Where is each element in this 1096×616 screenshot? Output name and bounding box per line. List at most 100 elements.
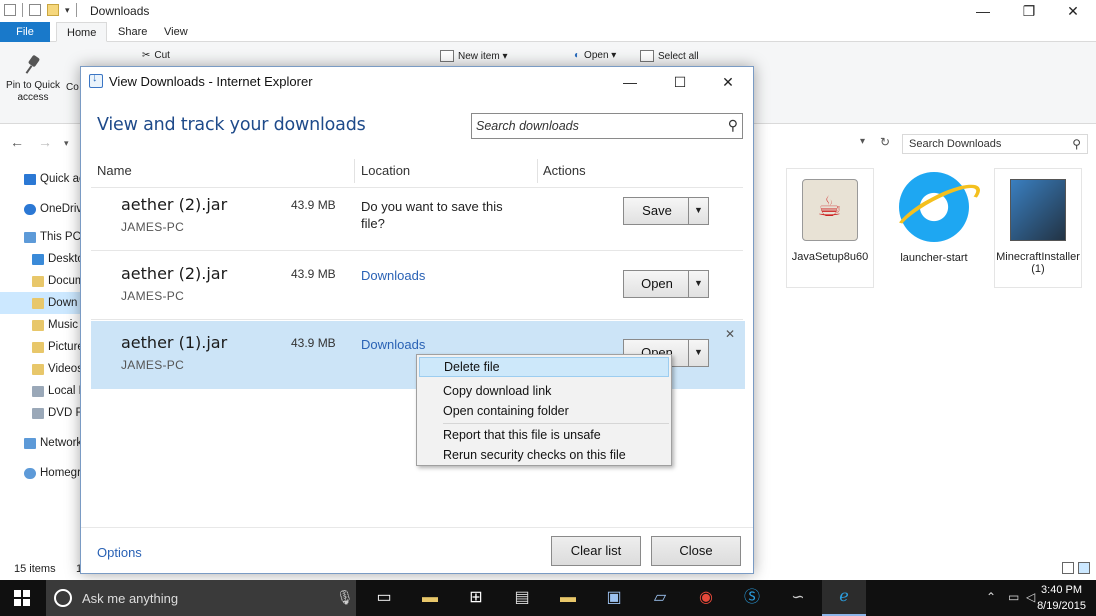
options-link[interactable]: Options xyxy=(97,545,142,560)
download-location-link[interactable]: Downloads xyxy=(361,336,425,353)
nav-item-videos[interactable]: Videos xyxy=(32,358,83,380)
folder-icon xyxy=(32,253,44,265)
internet-explorer-icon[interactable]: ℯ xyxy=(822,580,866,616)
checklist-icon[interactable] xyxy=(29,4,41,16)
cut-label: Cut xyxy=(154,50,170,61)
new-item-button[interactable]: New item ▾ xyxy=(440,50,507,62)
close-dialog-button[interactable]: Close xyxy=(651,536,741,566)
menu-item-copy-download-link[interactable]: Copy download link xyxy=(419,381,669,401)
refresh-icon[interactable]: ↻ xyxy=(880,135,890,149)
maximize-button[interactable]: ☐ xyxy=(663,70,697,94)
tab-file[interactable]: File xyxy=(0,22,50,42)
chevron-down-icon[interactable]: ▼ xyxy=(688,198,708,224)
save-button[interactable]: Save xyxy=(624,198,690,224)
cortana-search-text: Ask me anything xyxy=(82,591,179,606)
nav-item-homegroup[interactable]: Homegr xyxy=(24,462,81,484)
volume-icon[interactable]: ◁ xyxy=(1026,590,1035,604)
close-button[interactable]: ✕ xyxy=(711,70,745,94)
chrome-icon[interactable]: ◉ xyxy=(692,584,720,612)
properties-icon[interactable] xyxy=(4,4,16,16)
details-view-icon[interactable] xyxy=(1062,562,1074,574)
close-button[interactable]: ✕ xyxy=(1050,0,1096,22)
save-split-button[interactable]: Save ▼ xyxy=(623,197,709,225)
file-item-launcher-start[interactable]: launcher-start xyxy=(890,168,978,288)
nav-label: Picture xyxy=(48,341,84,353)
search-icon[interactable]: ⚲ xyxy=(728,117,738,134)
open-split-button[interactable]: Open ▼ xyxy=(623,270,709,298)
document-icon[interactable]: ▤ xyxy=(508,584,536,612)
star-icon xyxy=(24,173,36,185)
download-location-prompt: Do you want to save this file? xyxy=(361,199,503,231)
search-input[interactable] xyxy=(476,117,716,135)
cut-button[interactable]: ✂ Cut xyxy=(142,50,170,61)
new-item-label: New item ▾ xyxy=(458,50,508,62)
menu-item-open-containing-folder[interactable]: Open containing folder xyxy=(419,401,669,421)
windows-logo-icon xyxy=(14,590,30,606)
app-icon[interactable]: ∽ xyxy=(784,584,812,612)
file-explorer-icon[interactable]: ▬ xyxy=(416,584,444,612)
select-all-button[interactable]: Select all xyxy=(640,50,699,62)
chevron-down-icon[interactable]: ▾ xyxy=(65,5,70,16)
tray-chevron-icon[interactable]: ⌃ xyxy=(986,590,996,604)
copy-button[interactable]: Co xyxy=(66,82,79,94)
tab-share[interactable]: Share xyxy=(108,22,157,42)
chevron-down-icon[interactable]: ▼ xyxy=(688,340,708,366)
nav-item-local-disk[interactable]: Local D xyxy=(32,380,87,402)
download-host: JAMES-PC xyxy=(121,289,185,303)
maximize-button[interactable]: ❐ xyxy=(1006,0,1052,22)
download-row[interactable]: aether (2).jar JAMES-PC 43.9 MB Do you w… xyxy=(91,183,745,251)
pin-icon xyxy=(23,54,43,76)
folder-icon[interactable]: ▬ xyxy=(554,584,582,612)
nav-label: OneDriv xyxy=(40,203,83,215)
nav-item-desktop[interactable]: Deskto xyxy=(32,248,84,270)
clock[interactable]: 3:40 PM 8/19/2015 xyxy=(1037,582,1086,614)
nav-item-this-pc[interactable]: This PC xyxy=(24,226,81,248)
nav-item-onedrive[interactable]: OneDriv xyxy=(24,198,82,220)
skype-icon[interactable]: Ⓢ xyxy=(738,584,766,612)
tab-home[interactable]: Home xyxy=(56,22,108,42)
chevron-down-icon[interactable]: ▼ xyxy=(688,271,708,297)
network-tray-icon[interactable]: ▭ xyxy=(1008,590,1019,604)
open-button[interactable]: Open xyxy=(624,271,690,297)
nav-item-music[interactable]: Music xyxy=(32,314,78,336)
nav-label: This PC xyxy=(40,231,81,243)
minimize-button[interactable]: — xyxy=(613,70,647,94)
file-item-minecraftinstaller[interactable]: MinecraftInstaller (1) xyxy=(994,168,1082,288)
store-icon[interactable]: ⊞ xyxy=(462,584,490,612)
nav-item-pictures[interactable]: Picture xyxy=(32,336,84,358)
remove-item-icon[interactable]: ✕ xyxy=(725,327,735,341)
clear-list-button[interactable]: Clear list xyxy=(551,536,641,566)
nav-item-network[interactable]: Network xyxy=(24,432,82,454)
forward-arrow-icon[interactable]: → xyxy=(38,134,52,150)
menu-item-report-unsafe[interactable]: Report that this file is unsafe xyxy=(419,425,669,445)
task-view-icon[interactable]: ▭ xyxy=(370,584,398,612)
nav-item-dvd[interactable]: DVD R xyxy=(32,402,84,424)
open-button[interactable]: ◐ Open ▾ xyxy=(574,50,616,61)
downloads-search[interactable]: ⚲ xyxy=(471,113,743,139)
menu-item-rerun-security-checks[interactable]: Rerun security checks on this file xyxy=(419,445,669,465)
minimize-button[interactable]: — xyxy=(960,0,1006,22)
address-dropdown-icon[interactable]: ▾ xyxy=(860,136,865,147)
laptop-icon[interactable]: ▱ xyxy=(646,584,674,612)
microphone-icon[interactable]: 🎙 xyxy=(336,589,354,606)
pin-to-quick-access-button[interactable]: Pin to Quick access xyxy=(4,54,62,104)
nav-item-quick-access[interactable]: Quick ac xyxy=(24,168,85,190)
nav-item-downloads[interactable]: Down xyxy=(0,292,80,314)
folder-icon[interactable] xyxy=(47,4,59,16)
photos-icon[interactable]: ▣ xyxy=(600,584,628,612)
divider xyxy=(354,159,355,183)
menu-item-delete-file[interactable]: Delete file xyxy=(419,357,669,377)
context-menu: Delete file Copy download link Open cont… xyxy=(416,354,672,466)
explorer-search-input[interactable]: Search Downloads ⚲ xyxy=(902,134,1088,154)
file-item-javasetup[interactable]: JavaSetup8u60 xyxy=(786,168,874,288)
back-arrow-icon[interactable]: ← xyxy=(10,134,24,150)
tab-view[interactable]: View xyxy=(154,22,198,42)
download-row[interactable]: aether (2).jar JAMES-PC 43.9 MB Download… xyxy=(91,252,745,320)
cortana-search-box[interactable]: Ask me anything 🎙 xyxy=(46,580,356,616)
large-icons-view-icon[interactable] xyxy=(1078,562,1090,574)
download-location-link[interactable]: Downloads xyxy=(361,267,425,284)
nav-item-documents[interactable]: Docum xyxy=(32,270,84,292)
recent-locations-icon[interactable]: ▾ xyxy=(64,138,69,149)
start-button[interactable] xyxy=(0,580,46,616)
download-host: JAMES-PC xyxy=(121,358,185,372)
